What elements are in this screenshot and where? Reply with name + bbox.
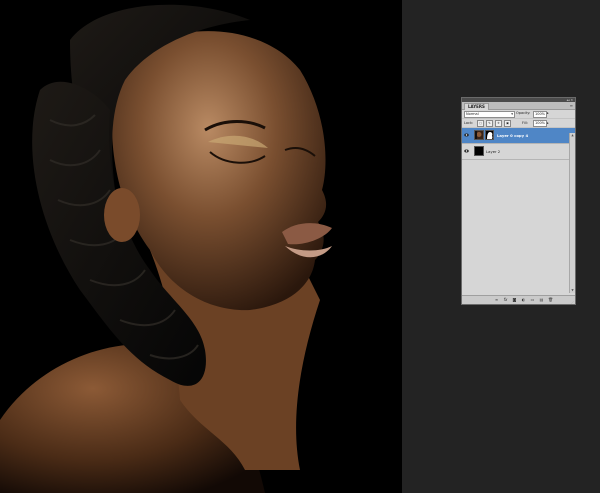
layer-name[interactable]: Layer 2 [486, 149, 500, 154]
lock-label: Lock: [464, 121, 474, 125]
eye-icon[interactable] [464, 149, 469, 153]
fx-icon[interactable]: fx [503, 297, 508, 303]
layer-thumbnail[interactable] [474, 130, 484, 140]
fill-label: Fill: [522, 121, 528, 125]
opacity-label: Opacity: [516, 111, 531, 115]
layer-list: Layer 0 copy 4 Layer 2 [462, 128, 575, 160]
new-layer-icon[interactable]: ▤ [539, 297, 544, 303]
eye-icon[interactable] [464, 133, 469, 137]
trash-icon[interactable]: 🗑 [548, 297, 553, 303]
portrait-photo [0, 4, 332, 493]
add-mask-icon[interactable]: ◙ [512, 297, 517, 303]
blend-mode-value: Normal [466, 112, 479, 116]
panel-tab-row: LAYERS ≡ [462, 102, 575, 110]
lock-options: ▢ ✎ ✛ ▣ [477, 120, 511, 127]
new-group-icon[interactable]: ▭ [530, 297, 535, 303]
layer-row-layer-2[interactable]: Layer 2 [462, 144, 575, 160]
layer-list-scrollbar[interactable]: ▲ ▼ [569, 133, 575, 293]
layer-thumbnail[interactable] [474, 146, 484, 156]
lock-position-icon[interactable]: ✛ [495, 120, 502, 127]
tab-layers[interactable]: LAYERS [464, 103, 489, 110]
document-canvas[interactable] [0, 0, 402, 493]
opacity-slider-arrow-icon[interactable]: ▸ [547, 110, 549, 116]
lock-fill-row: Lock: ▢ ✎ ✛ ▣ Fill: 100% ▸ [462, 119, 575, 128]
scroll-down-icon[interactable]: ▼ [570, 288, 575, 293]
layer-mask-thumbnail[interactable] [485, 130, 494, 140]
resize-grip-icon[interactable]: ⋰ [571, 300, 574, 304]
fill-input[interactable]: 100% [533, 120, 548, 127]
blend-mode-select[interactable]: Normal ▾ [464, 111, 515, 118]
lock-all-icon[interactable]: ▣ [504, 120, 511, 127]
opacity-input[interactable]: 100% [533, 111, 548, 118]
adjustment-layer-icon[interactable]: ◐ [521, 297, 526, 303]
layers-panel[interactable]: ◂◂ ✕ LAYERS ≡ Normal ▾ Opacity: 100% ▸ L… [461, 97, 576, 305]
blend-opacity-row: Normal ▾ Opacity: 100% ▸ [462, 110, 575, 119]
scroll-up-icon[interactable]: ▲ [570, 133, 575, 138]
chevron-down-icon: ▾ [511, 112, 513, 116]
panel-menu-icon[interactable]: ≡ [570, 103, 573, 108]
layer-row-layer-0-copy-4[interactable]: Layer 0 copy 4 [462, 128, 575, 144]
lock-transparent-icon[interactable]: ▢ [477, 120, 484, 127]
fill-slider-arrow-icon[interactable]: ▸ [547, 120, 549, 126]
lock-pixels-icon[interactable]: ✎ [486, 120, 493, 127]
layers-panel-footer: ∞ fx ◙ ◐ ▭ ▤ 🗑 ⋰ [462, 295, 575, 304]
link-layers-icon[interactable]: ∞ [494, 297, 499, 303]
layer-name[interactable]: Layer 0 copy 4 [497, 133, 528, 138]
